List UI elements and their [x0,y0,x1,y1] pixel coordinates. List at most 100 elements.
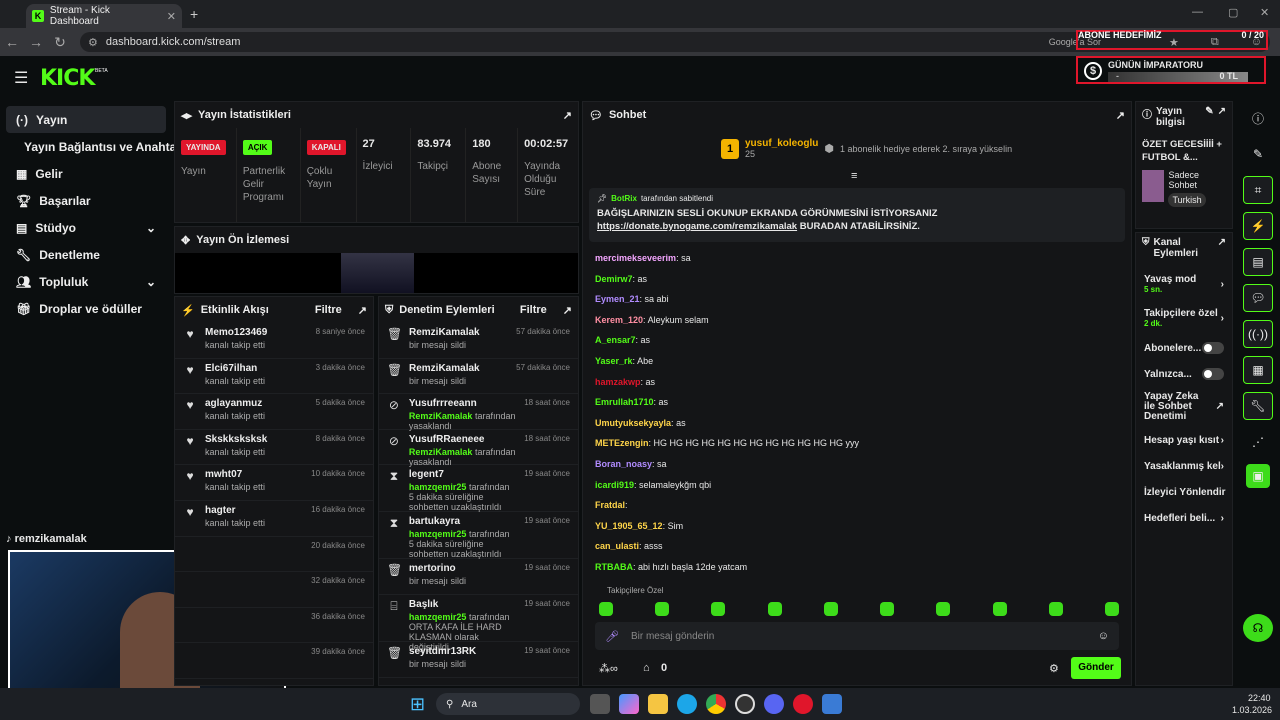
popout-icon[interactable]: ↗ [1218,237,1226,267]
chat-username[interactable]: Emrullah1710 [595,397,654,407]
new-tab-icon[interactable]: + [190,6,198,22]
chat-username[interactable]: Yaser_rk [595,356,633,366]
filter-button[interactable]: Filtre [315,304,342,316]
broadcast-icon[interactable]: ((·)) [1243,320,1273,348]
mod-actor[interactable]: hamzqemir25 [409,612,467,622]
emote-icon[interactable] [880,602,895,616]
emote-icon[interactable] [1104,602,1119,616]
emotes-only-row[interactable]: Yalnızca... [1136,361,1232,387]
subs-toggle[interactable] [1202,342,1224,354]
activity-user[interactable]: mwht07 [205,469,265,480]
goals-row[interactable]: Hedefleri beli... › [1136,505,1232,531]
edge-icon[interactable] [677,694,697,714]
wrench-icon[interactable]: 🔧︎ [1243,392,1273,420]
mod-target[interactable]: bartukayra [409,516,516,527]
redirect-row[interactable]: İzleyici Yönlendir [1136,479,1232,505]
chat-bubble-icon[interactable]: 💬︎ [1243,284,1273,312]
chat-username[interactable]: Kerem_120 [595,315,643,325]
reload-icon[interactable]: ↻ [48,34,72,51]
maximize-icon[interactable]: ▢ [1228,6,1238,19]
popout-icon[interactable]: ↗ [563,109,572,122]
poll-icon[interactable]: ▤ [1243,248,1273,276]
activity-user[interactable]: Elci67ilhan [205,363,265,374]
discord-icon[interactable] [764,694,784,714]
mod-target[interactable]: RemziKamalak [409,327,508,338]
activity-user[interactable]: hagter [205,505,265,516]
popout-icon[interactable]: ↗ [1116,109,1125,122]
chat-username[interactable]: Boran_noasy [595,459,652,469]
chat-username[interactable]: Fratdal [595,500,625,510]
hamburger-menu-icon[interactable]: ☰ [14,68,28,88]
tab-close-icon[interactable]: ✕ [167,10,176,23]
emote-icon[interactable] [655,602,670,616]
mod-actor[interactable]: hamzqemir25 [409,482,467,492]
app-icon[interactable]: ▣ [1246,464,1270,488]
popout-icon[interactable]: ↗ [358,304,367,317]
minimize-icon[interactable]: — [1192,6,1203,18]
mod-target[interactable]: legent7 [409,469,516,480]
mod-target[interactable]: Yusufrrreeann [409,398,516,409]
chat-username[interactable]: hamzakwp [595,377,641,387]
share-icon[interactable]: ⋰ [1243,428,1273,456]
mod-target[interactable]: Başlık [409,599,516,610]
sidebar-item-revenue[interactable]: ▦ Gelir [6,160,166,187]
task-view-icon[interactable] [590,694,610,714]
activity-user[interactable]: Skskksksksk [205,434,267,445]
chat-username[interactable]: Demirw7 [595,274,633,284]
banned-words-row[interactable]: Yasaklanmış kel › [1136,453,1232,479]
opera-icon[interactable] [793,694,813,714]
emote-icon[interactable] [599,602,613,616]
windows-start-icon[interactable]: ⊞ [410,694,425,715]
emotes-toggle[interactable] [1202,368,1224,380]
layout-icon[interactable]: ▦ [1243,356,1273,384]
mod-actor[interactable]: RemziKamalak [409,411,473,421]
sidebar-item-achievements[interactable]: 🏆︎ Başarılar [6,187,166,214]
points-icon[interactable]: ⁂∞ [599,662,618,675]
mod-target[interactable]: YusufRRaeneee [409,434,516,445]
file-explorer-icon[interactable] [648,694,668,714]
store-icon[interactable]: ⌂ [643,662,650,674]
emote-icon[interactable] [711,602,726,616]
account-age-row[interactable]: Hesap yaşı kısıt › [1136,427,1232,453]
filter-button[interactable]: Filtre [520,304,547,316]
edit-icon[interactable]: ✎ [1243,140,1273,168]
popout-icon[interactable]: ↗ [1218,106,1226,128]
activity-user[interactable]: Memo123469 [205,327,267,338]
sidebar-item-drops[interactable]: 🎁︎ Droplar ve ödüller [6,295,166,322]
kick-logo[interactable]: KICK [40,66,95,91]
site-info-icon[interactable]: ⚙ [88,36,98,49]
chat-username[interactable]: YU_1905_65_12 [595,521,663,531]
chat-username[interactable]: icardi919 [595,480,634,490]
sidebar-item-studio[interactable]: ▤ Stüdyo ⌄ [6,214,166,241]
obs-icon[interactable] [735,694,755,714]
mod-target[interactable]: seyitdmr13RK [409,646,516,657]
chat-username[interactable]: RTBABA [595,562,633,572]
browser-tab[interactable]: K Stream - Kick Dashboard ✕ [26,4,182,28]
sidebar-item-stream[interactable]: (·) Yayın [6,106,166,133]
emote-icon[interactable] [992,602,1007,616]
chat-username[interactable]: A_ensar7 [595,335,636,345]
emote-icon[interactable] [823,602,838,616]
app-icon[interactable] [822,694,842,714]
mic-icon[interactable]: 🎤︎ [605,630,619,643]
collapse-icon[interactable]: ≡ [851,170,857,182]
pinned-message[interactable]: 📌︎ BotRix tarafından sabitlendi BAĞIŞLARIN… [589,188,1125,242]
chat-username[interactable]: Umutyuksekyayla [595,418,671,428]
back-icon[interactable]: ← [0,34,24,50]
emoji-icon[interactable]: ☺ [1098,630,1109,642]
sidebar-item-community[interactable]: 👥︎ Topluluk ⌄ [6,268,166,295]
followers-only-row[interactable]: Takipçilere özel 2 dk. › [1136,301,1232,335]
chat-settings-icon[interactable]: ⚙ [1049,662,1059,675]
mod-actor[interactable]: RemziKamalak [409,447,473,457]
emote-icon[interactable] [767,602,782,616]
chat-input[interactable]: 🎤︎ Bir mesaj gönderin ☺ [595,622,1119,650]
mod-target[interactable]: mertorino [409,563,516,574]
chat-username[interactable]: Eymen_21 [595,294,640,304]
taskbar-search[interactable]: ⚲ Ara [436,693,580,715]
sidebar-item-stream-key[interactable]: Yayın Bağlantısı ve Anahtarı [6,133,184,160]
subs-only-row[interactable]: Abonelere... [1136,335,1232,361]
forward-icon[interactable]: → [24,34,48,50]
clip-icon[interactable]: ⌗ [1243,176,1273,204]
slow-mode-row[interactable]: Yavaş mod 5 sn. › [1136,267,1232,301]
chat-username[interactable]: can_ulasti [595,541,639,551]
